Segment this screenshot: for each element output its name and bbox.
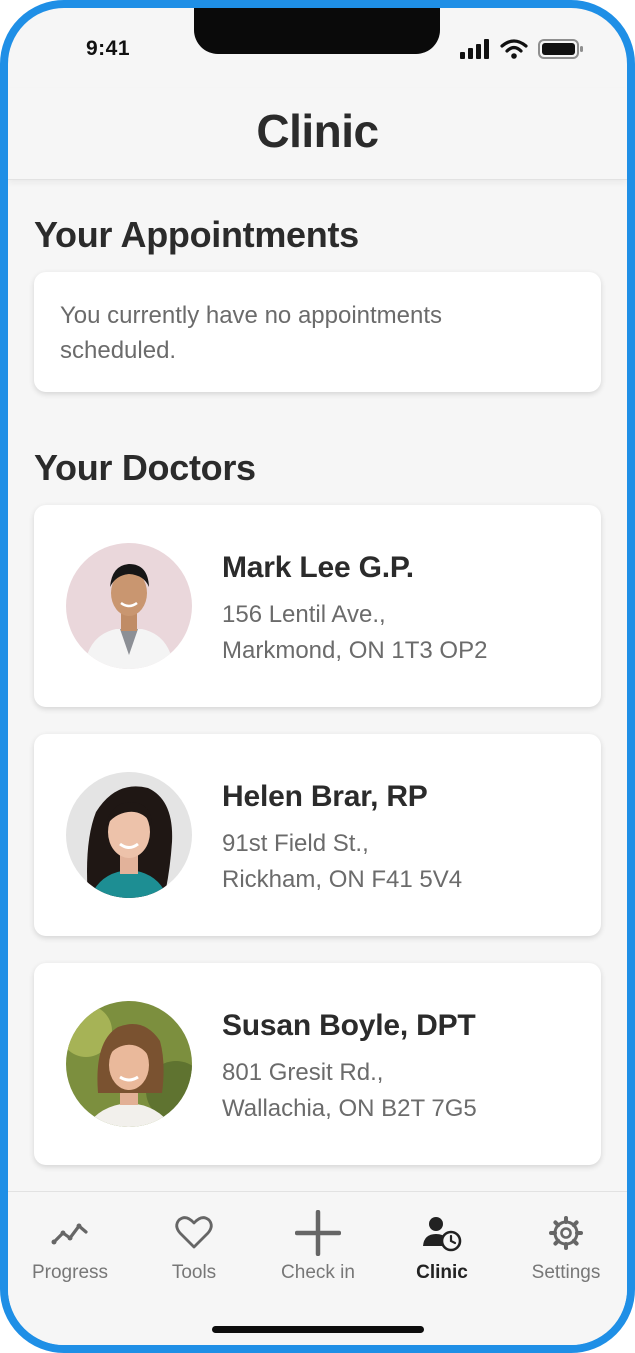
doctor-address-line1: 91st Field St., xyxy=(222,830,369,857)
tab-clinic[interactable]: Clinic xyxy=(382,1210,502,1284)
tab-settings[interactable]: Settings xyxy=(506,1210,626,1284)
plus-icon xyxy=(295,1210,341,1256)
tab-label: Settings xyxy=(531,1262,601,1283)
page-title: Clinic xyxy=(256,105,379,157)
tab-progress[interactable]: Progress xyxy=(10,1210,130,1284)
battery-icon xyxy=(538,39,583,59)
doctor-card[interactable]: Susan Boyle, DPT 801 Gresit Rd., Wallach… xyxy=(34,963,601,1165)
tab-check-in[interactable]: Check in xyxy=(258,1210,378,1284)
doctor-address-line1: 156 Lentil Ave., xyxy=(222,601,386,628)
page-header: Clinic xyxy=(8,88,627,180)
doctor-name: Mark Lee G.P. xyxy=(222,551,414,584)
doctor-avatar xyxy=(66,772,192,898)
tab-label: Check in xyxy=(281,1262,355,1283)
doctor-card[interactable]: Mark Lee G.P. 156 Lentil Ave., Markmond,… xyxy=(34,505,601,707)
person-clock-icon xyxy=(423,1217,462,1252)
doctor-address-line2: Wallachia, ON B2T 7G5 xyxy=(222,1095,477,1122)
heart-icon xyxy=(175,1216,213,1249)
device-notch xyxy=(194,8,440,54)
tab-label: Tools xyxy=(171,1262,217,1283)
tab-label: Clinic xyxy=(416,1262,468,1283)
status-icons xyxy=(460,38,584,60)
doctor-address-line2: Markmond, ON 1T3 OP2 xyxy=(222,637,488,664)
doctor-address: 801 Gresit Rd., Wallachia, ON B2T 7G5 xyxy=(222,1055,477,1127)
doctor-card[interactable]: Helen Brar, RP 91st Field St., Rickham, … xyxy=(34,734,601,936)
doctor-address: 91st Field St., Rickham, ON F41 5V4 xyxy=(222,826,462,898)
doctor-address: 156 Lentil Ave., Markmond, ON 1T3 OP2 xyxy=(222,597,487,669)
tab-tools[interactable]: Tools xyxy=(134,1210,254,1284)
wifi-icon xyxy=(500,39,528,59)
appointments-section-title: Your Appointments xyxy=(34,214,359,255)
doctor-avatar xyxy=(66,543,192,669)
home-indicator xyxy=(212,1326,424,1333)
status-time: 9:41 xyxy=(86,37,131,60)
appointments-card: You currently have no appointments sched… xyxy=(34,272,601,392)
doctor-address-line1: 801 Gresit Rd., xyxy=(222,1059,384,1086)
doctors-section-title: Your Doctors xyxy=(34,447,256,488)
cellular-signal-icon xyxy=(460,39,489,59)
gear-icon xyxy=(549,1216,583,1250)
doctor-name: Helen Brar, RP xyxy=(222,780,428,813)
doctor-address-line2: Rickham, ON F41 5V4 xyxy=(222,866,463,893)
doctor-name: Susan Boyle, DPT xyxy=(222,1009,476,1042)
phone-frame: 9:41 Clinic Your Appointments You curren… xyxy=(0,0,635,1353)
trend-line-icon xyxy=(51,1223,88,1245)
empty-appointments-message: You currently have no appointments sched… xyxy=(60,302,443,364)
doctor-avatar xyxy=(66,1001,192,1127)
tab-label: Progress xyxy=(31,1262,109,1283)
